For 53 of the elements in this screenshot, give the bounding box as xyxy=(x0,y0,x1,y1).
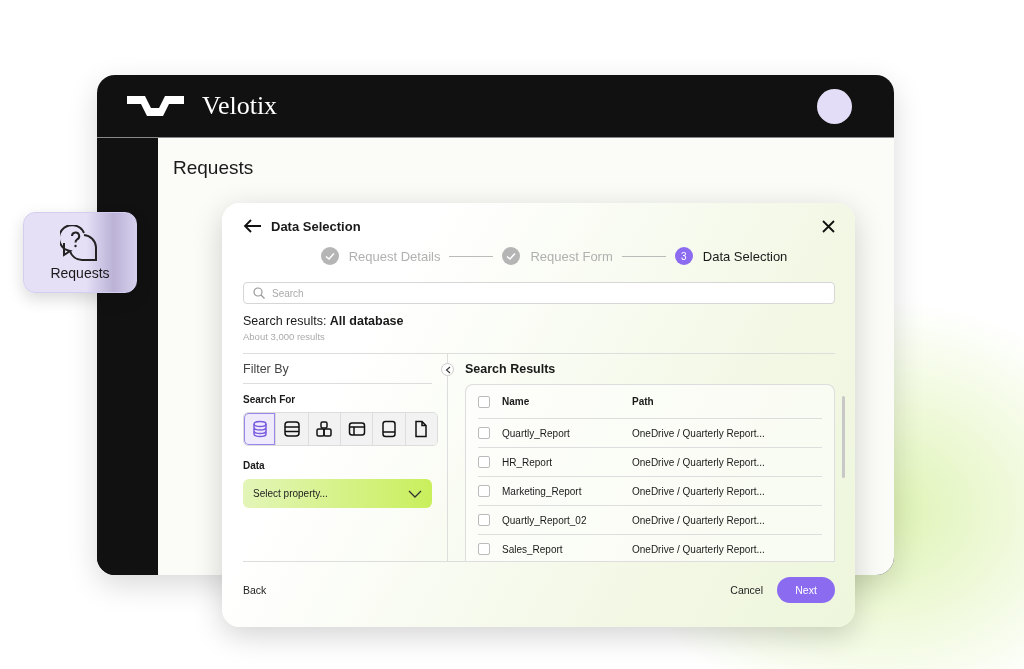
table-cell: OneDrive / Quarterly Report... xyxy=(632,543,765,555)
blocks-icon xyxy=(315,420,334,438)
chevron-left-icon xyxy=(444,365,451,374)
table-cell: OneDrive / Quarterly Report... xyxy=(632,485,765,497)
collapse-button[interactable] xyxy=(441,363,454,376)
search-for-label: Search For xyxy=(243,394,297,405)
search-field[interactable]: Search xyxy=(243,282,835,304)
results-count: About 3,000 results xyxy=(243,331,326,342)
property-dropdown[interactable]: Select property... xyxy=(243,479,432,508)
avatar[interactable] xyxy=(817,88,852,124)
back-arrow-icon[interactable] xyxy=(243,219,262,233)
table-cell-text: Quartly_Report_02 xyxy=(502,514,588,526)
tablet-icon xyxy=(379,420,398,438)
search-icon xyxy=(253,287,265,299)
row-checkbox[interactable] xyxy=(478,456,490,468)
table-cell-text: Marketing_Report xyxy=(502,485,583,497)
scrollbar[interactable] xyxy=(842,396,845,478)
table-cell-text: Quartly_Report xyxy=(502,427,571,439)
window-icon xyxy=(347,420,366,438)
requests-card[interactable]: Requests xyxy=(23,212,137,293)
back-button[interactable]: Back xyxy=(243,583,267,596)
table-cell: OneDrive / Quarterly Report... xyxy=(632,427,765,439)
row-checkbox[interactable] xyxy=(478,543,490,555)
stacked-rows-icon xyxy=(283,420,301,438)
data-label: Data xyxy=(243,460,266,471)
database-icon xyxy=(250,420,269,438)
table-cell-text: Sales_Report xyxy=(502,543,564,555)
select-all-checkbox[interactable] xyxy=(478,395,490,408)
logo-text: Velotix xyxy=(202,91,278,121)
column-header: Name xyxy=(502,396,531,407)
dialog-title: Data Selection xyxy=(271,218,361,234)
page-title: Requests xyxy=(173,157,254,178)
results-summary: Search results: All database xyxy=(243,314,405,328)
logo-icon xyxy=(127,96,184,116)
row-checkbox[interactable] xyxy=(478,514,490,526)
file-type-button[interactable] xyxy=(404,413,437,445)
results-title: Search Results xyxy=(465,362,557,376)
question-chat-icon xyxy=(60,224,100,263)
step-number: 3 xyxy=(674,247,693,265)
step-label[interactable]: Data Selection xyxy=(702,248,788,264)
row-checkbox[interactable] xyxy=(478,427,490,439)
table-cell: OneDrive / Quarterly Report... xyxy=(632,456,765,468)
close-icon[interactable] xyxy=(822,219,835,233)
chevron-down-icon xyxy=(408,489,422,498)
cancel-button[interactable]: Cancel xyxy=(730,583,763,596)
table-cell-text: HR_Report xyxy=(502,456,554,468)
card-label: Requests xyxy=(50,264,110,281)
table-cell: OneDrive / Quarterly Report... xyxy=(632,514,765,526)
column-header: Path xyxy=(632,396,654,407)
row-checkbox[interactable] xyxy=(478,485,490,497)
next-button[interactable]: Next xyxy=(777,576,835,603)
filter-title: Filter By xyxy=(243,362,432,384)
database-type-button[interactable] xyxy=(244,413,276,445)
